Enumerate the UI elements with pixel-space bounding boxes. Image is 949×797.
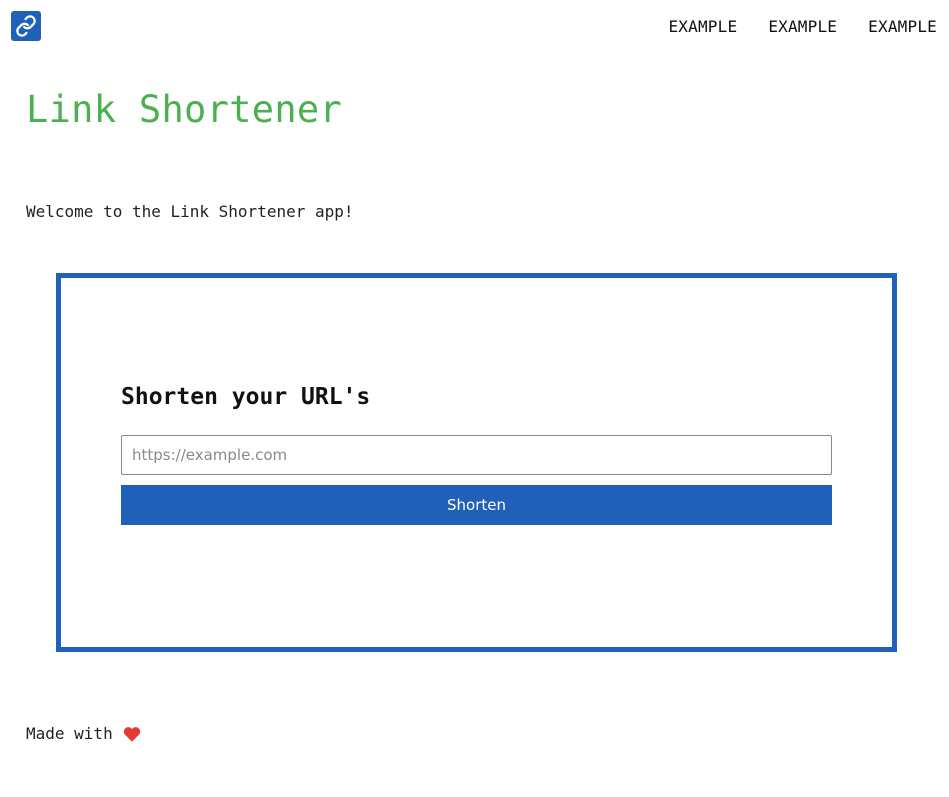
nav-link-example-1[interactable]: EXAMPLE <box>668 17 737 36</box>
page-title: Link Shortener <box>26 88 343 131</box>
shorten-button[interactable]: Shorten <box>121 485 832 525</box>
top-nav: EXAMPLE EXAMPLE EXAMPLE <box>668 17 937 36</box>
link-icon[interactable] <box>11 11 41 41</box>
shorten-form-card: Shorten your URL's Shorten <box>56 273 897 652</box>
form-heading: Shorten your URL's <box>121 384 371 410</box>
page: EXAMPLE EXAMPLE EXAMPLE Link Shortener W… <box>0 0 949 797</box>
url-input[interactable] <box>121 435 832 475</box>
welcome-text: Welcome to the Link Shortener app! <box>26 202 354 221</box>
heart-icon <box>123 726 141 742</box>
nav-link-example-2[interactable]: EXAMPLE <box>768 17 837 36</box>
nav-link-example-3[interactable]: EXAMPLE <box>868 17 937 36</box>
footer: Made with <box>26 724 141 743</box>
footer-text: Made with <box>26 724 113 743</box>
